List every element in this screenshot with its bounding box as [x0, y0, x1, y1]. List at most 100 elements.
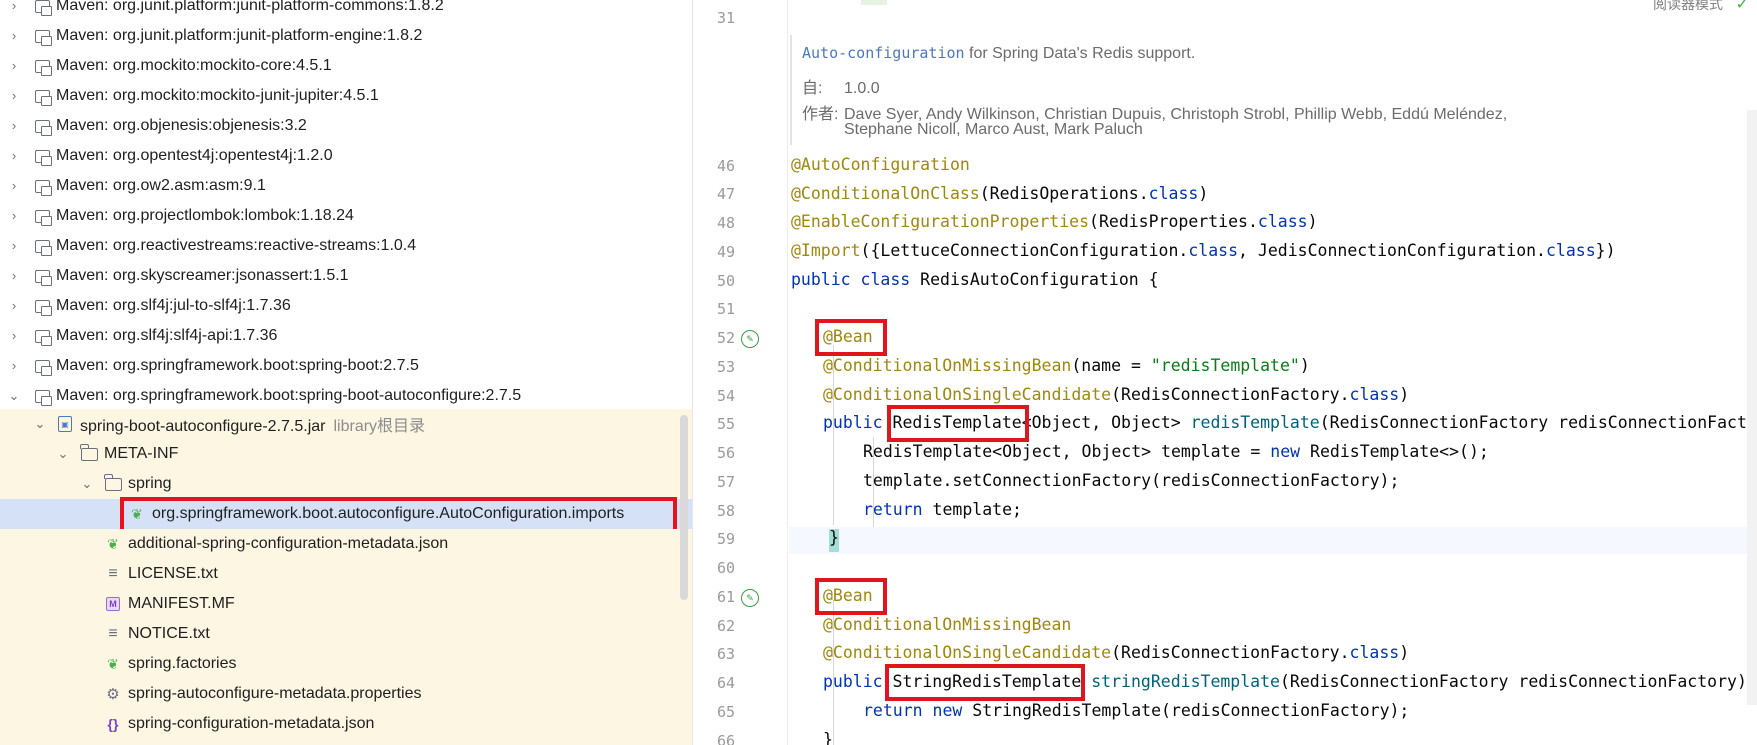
code-line: @ConditionalOnClass(RedisOperations.clas…: [791, 184, 1208, 203]
annotation: @EnableConfigurationProperties: [791, 212, 1090, 231]
library-icon: [33, 237, 52, 256]
code-text: (RedisConnectionFactory redisConnectionF…: [1279, 672, 1757, 691]
chevron-right-icon[interactable]: ›: [8, 209, 20, 222]
chevron-down-icon[interactable]: ⌄: [34, 417, 46, 430]
code-text: RedisTemplate<Object, Object> template =: [863, 442, 1271, 461]
tree-row-file[interactable]: ≡ LICENSE.txt: [0, 559, 692, 589]
folded-region-marker: [861, 0, 887, 5]
spring-bean-gutter-icon[interactable]: ✎: [741, 330, 759, 348]
tree-row-maven[interactable]: › Maven: org.reactivestreams:reactive-st…: [0, 231, 692, 261]
code-line: @EnableConfigurationProperties(RedisProp…: [791, 212, 1318, 231]
line-number: 53: [716, 358, 735, 376]
line-number: 54: [716, 387, 735, 405]
doc-summary-text: for Spring Data's Redis support.: [964, 45, 1196, 62]
tree-row-maven[interactable]: › Maven: org.mockito:mockito-junit-jupit…: [0, 81, 692, 111]
library-icon: [33, 357, 52, 376]
library-icon: [33, 27, 52, 46]
line-number: 52: [716, 329, 735, 347]
jar-icon: ▣: [56, 415, 74, 433]
tree-scrollbar[interactable]: [680, 415, 688, 600]
tree-row-maven[interactable]: › Maven: org.mockito:mockito-core:4.5.1: [0, 51, 692, 81]
chevron-right-icon[interactable]: ›: [8, 239, 20, 252]
spring-bean-gutter-icon[interactable]: ✎: [741, 589, 759, 607]
chevron-right-icon[interactable]: ›: [8, 89, 20, 102]
code-text: }): [1595, 241, 1616, 260]
line-number: 57: [716, 473, 735, 491]
library-icon: [33, 87, 52, 106]
chevron-right-icon[interactable]: ›: [8, 299, 20, 312]
keyword: public: [823, 672, 883, 691]
keyword: class: [1188, 241, 1239, 260]
library-icon: [33, 387, 52, 406]
tree-row-label: spring-configuration-metadata.json: [128, 715, 375, 732]
code-text: (name =: [1071, 356, 1151, 375]
code-text: template.setConnectionFactory(redisConne…: [863, 471, 1400, 490]
chevron-right-icon[interactable]: ›: [8, 329, 20, 342]
highlight-box: [885, 664, 1085, 701]
reader-mode-toggle[interactable]: 阅读器模式: [1653, 0, 1723, 14]
chevron-right-icon[interactable]: ›: [8, 179, 20, 192]
highlight-box: [815, 578, 887, 615]
jar-label: spring-boot-autoconfigure-2.7.5.jar: [80, 418, 326, 435]
code-text: , JedisConnectionConfiguration.: [1238, 241, 1546, 260]
library-root-hint: library根目录: [333, 418, 426, 435]
chevron-right-icon[interactable]: ›: [8, 119, 20, 132]
chevron-right-icon[interactable]: ›: [8, 59, 20, 72]
tree-row-meta-inf[interactable]: ⌄ META-INF: [0, 439, 692, 469]
keyword: public: [823, 413, 883, 432]
tree-row-maven-expanded[interactable]: ⌄ Maven: org.springframework.boot:spring…: [0, 381, 692, 411]
code-text: (RedisOperations.: [979, 184, 1149, 203]
tree-row-spring-folder[interactable]: ⌄ spring: [0, 469, 692, 499]
tree-row-jar[interactable]: ⌄ ▣ spring-boot-autoconfigure-2.7.5.jar l…: [0, 409, 692, 439]
line-number: 66: [716, 732, 735, 745]
tree-row-label: spring.factories: [128, 655, 237, 672]
tree-row-maven[interactable]: › Maven: org.slf4j:jul-to-slf4j:1.7.36: [0, 291, 692, 321]
tree-row-maven[interactable]: › Maven: org.projectlombok:lombok:1.18.2…: [0, 201, 692, 231]
tree-row-maven[interactable]: › Maven: org.objenesis:objenesis:3.2: [0, 111, 692, 141]
annotation: @Import: [791, 241, 861, 260]
tree-row-file[interactable]: ❦ additional-spring-configuration-metada…: [0, 529, 692, 559]
chevron-right-icon[interactable]: ›: [8, 0, 20, 12]
code-line: }: [823, 730, 833, 745]
annotation: @AutoConfiguration: [791, 155, 970, 174]
tree-row-file[interactable]: ⚙ spring-autoconfigure-metadata.properti…: [0, 679, 692, 709]
text-file-icon: ≡: [108, 565, 118, 582]
code-text: RedisTemplate<>();: [1300, 442, 1489, 461]
code-editor[interactable]: 阅读器模式 ✓ 31 Auto-configuration for Spring…: [693, 0, 1757, 745]
chevron-right-icon[interactable]: ›: [8, 149, 20, 162]
line-number: 31: [716, 9, 735, 27]
tree-row-maven[interactable]: › Maven: org.slf4j:slf4j-api:1.7.36: [0, 321, 692, 351]
gear-icon: ⚙: [106, 686, 120, 703]
chevron-right-icon[interactable]: ›: [8, 29, 20, 42]
code-line: @AutoConfiguration: [791, 155, 970, 174]
chevron-down-icon[interactable]: ⌄: [57, 447, 69, 460]
tree-row-maven[interactable]: › Maven: org.ow2.asm:asm:9.1: [0, 171, 692, 201]
doc-link[interactable]: Auto-configuration: [802, 44, 965, 62]
tree-row-label: Maven: org.springframework.boot:spring-b…: [56, 387, 522, 404]
tree-row-maven[interactable]: › Maven: org.junit.platform:junit-platfo…: [0, 21, 692, 51]
code-text: (RedisConnectionFactory.: [1111, 643, 1350, 662]
tree-row-file[interactable]: ≡ NOTICE.txt: [0, 619, 692, 649]
tree-row-maven[interactable]: › Maven: org.opentest4j:opentest4j:1.2.0: [0, 141, 692, 171]
tree-row-maven[interactable]: › Maven: org.skyscreamer:jsonassert:1.5.…: [0, 261, 692, 291]
tree-row-label: Maven: org.objenesis:objenesis:3.2: [56, 117, 307, 134]
keyword: return: [863, 500, 923, 519]
tree-row-file[interactable]: ❦ spring.factories: [0, 649, 692, 679]
tree-row-maven[interactable]: › Maven: org.springframework.boot:spring…: [0, 351, 692, 381]
chevron-right-icon[interactable]: ›: [8, 359, 20, 372]
rendered-javadoc: Auto-configuration for Spring Data's Red…: [790, 35, 1757, 145]
chevron-down-icon[interactable]: ⌄: [81, 477, 93, 490]
highlight-box: [815, 319, 887, 356]
code-line: return new StringRedisTemplate(redisConn…: [863, 701, 1409, 720]
chevron-right-icon[interactable]: ›: [8, 269, 20, 282]
tree-row-maven[interactable]: › Maven: org.junit.platform:junit-platfo…: [0, 0, 692, 21]
code-text: ({LettuceConnectionConfiguration.: [860, 241, 1189, 260]
tree-row-file[interactable]: {} spring-configuration-metadata.json: [0, 709, 692, 745]
editor-scrollbar[interactable]: [1747, 110, 1757, 705]
chevron-down-icon[interactable]: ⌄: [8, 389, 20, 402]
closing-brace: }: [823, 730, 833, 745]
tree-row-label: Maven: org.slf4j:jul-to-slf4j:1.7.36: [56, 297, 291, 314]
keyword: return new: [863, 701, 963, 720]
tree-row-file[interactable]: M MANIFEST.MF: [0, 589, 692, 619]
annotation: @ConditionalOnMissingBean: [823, 356, 1072, 375]
